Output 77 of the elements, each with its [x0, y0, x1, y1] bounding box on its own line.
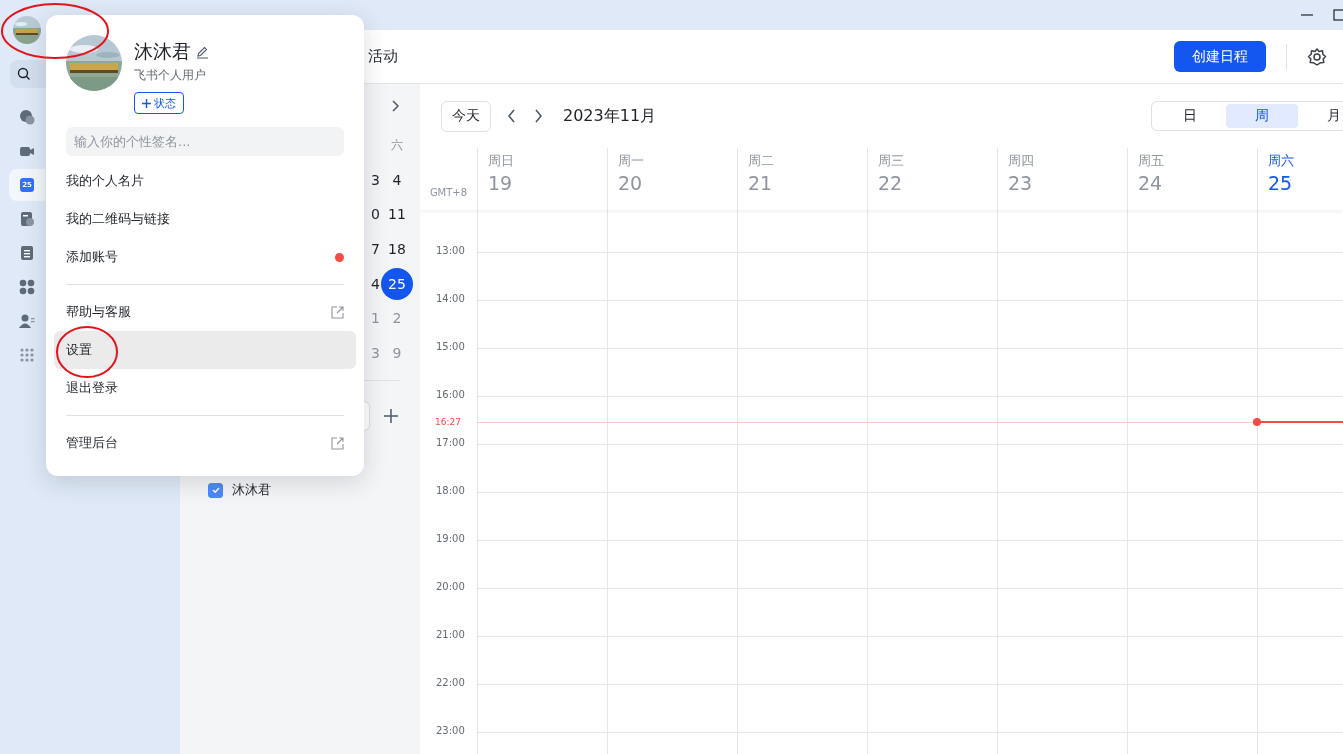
- next-month-icon[interactable]: [390, 100, 400, 112]
- chat-icon: [19, 109, 35, 125]
- date-label: 20: [618, 172, 644, 194]
- previous-icon[interactable]: [507, 109, 517, 123]
- weekday-label: 周二: [748, 152, 775, 170]
- date-label: 25: [1268, 172, 1294, 194]
- date-label: 22: [878, 172, 904, 194]
- timezone-label: GMT+8: [429, 187, 468, 198]
- hour-label: 18:00: [436, 485, 465, 496]
- weekday-label: 周六: [1268, 152, 1295, 170]
- hour-label: 13:00: [436, 245, 465, 256]
- menu-item[interactable]: 添加账号: [54, 238, 356, 276]
- date-cell[interactable]: 0: [371, 206, 380, 223]
- apps-icon: [19, 279, 35, 295]
- menu-item[interactable]: 帮助与客服: [54, 293, 356, 331]
- calendar-name: 沐沐君: [232, 481, 271, 500]
- notification-dot: [335, 252, 344, 262]
- menu-item[interactable]: 退出登录: [54, 369, 356, 407]
- weekday-label: 周五: [1138, 152, 1165, 170]
- view-tab[interactable]: 月: [1298, 104, 1343, 128]
- view-tab[interactable]: 日: [1154, 104, 1226, 128]
- weekday-label: 周三: [878, 152, 905, 170]
- weekday-label: 六: [391, 136, 403, 154]
- menu-item[interactable]: 我的二维码与链接: [54, 200, 356, 238]
- account-type: 飞书个人用户: [134, 67, 206, 84]
- contacts-icon: [19, 313, 35, 329]
- month-label: 2023年11月: [563, 105, 657, 127]
- date-cell[interactable]: 4: [371, 275, 380, 292]
- date-cell[interactable]: 3: [371, 171, 380, 188]
- weekday-label: 周四: [1008, 152, 1035, 170]
- date-label: 19: [488, 172, 514, 194]
- hour-label: 21:00: [436, 629, 465, 640]
- date-cell[interactable]: 18: [381, 233, 413, 266]
- hour-label: 22:00: [436, 677, 465, 688]
- hour-label: 14:00: [436, 293, 465, 304]
- list-icon: [19, 245, 35, 261]
- annotation-circle: [56, 326, 118, 378]
- user-avatar[interactable]: [13, 16, 41, 44]
- hour-label: 17:00: [436, 437, 465, 448]
- today-button[interactable]: 今天: [441, 100, 491, 132]
- signature-field[interactable]: 输入你的个性签名...: [66, 127, 344, 156]
- date-cell[interactable]: 25: [381, 267, 413, 300]
- check-icon: [210, 485, 221, 496]
- maximize-icon[interactable]: [1333, 9, 1343, 21]
- grid-dots-icon: [19, 347, 35, 363]
- external-link-icon: [331, 436, 344, 450]
- view-tab[interactable]: 周: [1226, 104, 1298, 128]
- create-event-button[interactable]: 创建日程: [1174, 41, 1266, 72]
- page-title: 活动: [368, 47, 398, 66]
- hour-label: 20:00: [436, 581, 465, 592]
- hour-label: 23:00: [436, 725, 465, 736]
- edit-icon[interactable]: [196, 45, 209, 59]
- settings-icon[interactable]: [1307, 46, 1327, 67]
- next-icon[interactable]: [533, 109, 543, 123]
- menu-item[interactable]: 管理后台: [54, 424, 356, 462]
- hour-label: 15:00: [436, 341, 465, 352]
- date-label: 21: [748, 172, 774, 194]
- search-icon: [17, 67, 31, 81]
- date-cell[interactable]: 11: [381, 198, 413, 231]
- date-cell[interactable]: 4: [381, 163, 413, 196]
- plus-icon: [142, 98, 151, 108]
- checkbox[interactable]: [208, 482, 223, 498]
- hour-label: 16:00: [436, 389, 465, 400]
- add-icon[interactable]: [384, 409, 398, 424]
- date-label: 24: [1138, 172, 1164, 194]
- weekday-label: 周日: [488, 152, 515, 170]
- menu-item[interactable]: 设置: [54, 331, 356, 369]
- hour-label: 19:00: [436, 533, 465, 544]
- weekday-label: 周一: [618, 152, 645, 170]
- external-link-icon: [331, 305, 344, 319]
- user-name: 沐沐君: [134, 39, 191, 64]
- current-time-label: 16:27: [434, 417, 462, 427]
- date-label: 23: [1008, 172, 1034, 194]
- date-cell[interactable]: 7: [371, 241, 380, 258]
- status-button[interactable]: 状态: [134, 92, 184, 114]
- menu-item[interactable]: 我的个人名片: [54, 162, 356, 200]
- document-icon: [19, 211, 35, 227]
